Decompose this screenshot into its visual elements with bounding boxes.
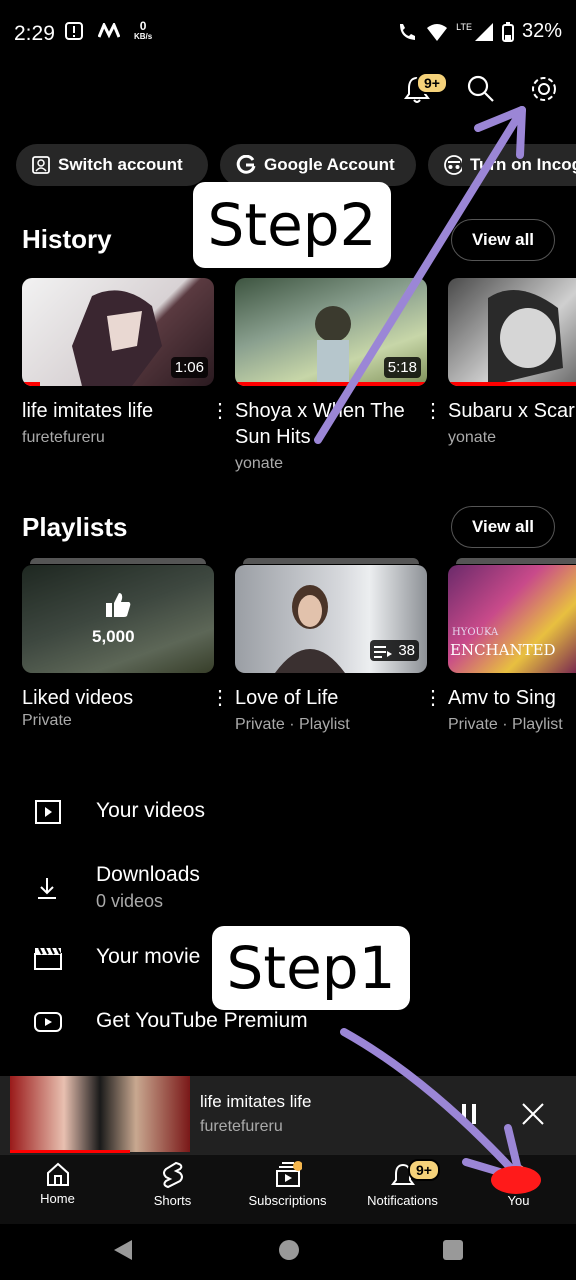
app-m-icon bbox=[98, 22, 120, 38]
menu-sublabel: 0 videos bbox=[96, 891, 164, 911]
playlist-thumbnail-2[interactable]: 38 bbox=[235, 565, 427, 673]
search-icon[interactable] bbox=[466, 74, 496, 104]
status-left-icons: 0 KB/s bbox=[64, 20, 152, 41]
battery-icon bbox=[501, 21, 514, 42]
step1-label: Step1 bbox=[212, 926, 410, 1010]
playlist-sub-2: Private · Playlist bbox=[235, 716, 350, 733]
menu-your-videos[interactable]: Your videos bbox=[0, 786, 576, 838]
youtube-icon bbox=[34, 1012, 62, 1032]
shorts-icon bbox=[162, 1161, 183, 1189]
back-icon[interactable] bbox=[112, 1238, 134, 1262]
mini-player-progress bbox=[10, 1150, 130, 1153]
video-duration: 1:06 bbox=[170, 357, 208, 378]
chip-label: Switch account bbox=[58, 155, 183, 174]
playlist-count-badge: 38 bbox=[370, 640, 419, 661]
system-navigation-bar bbox=[0, 1224, 576, 1280]
menu-label: Your movie bbox=[96, 945, 201, 968]
history-thumbnail-2[interactable]: 5:18 bbox=[235, 278, 427, 386]
call-wifi-icon bbox=[400, 23, 416, 40]
mini-player[interactable]: life imitates life furetefureru bbox=[0, 1076, 576, 1154]
settings-gear-icon[interactable] bbox=[529, 74, 559, 104]
playlist-stack-edge bbox=[30, 558, 206, 564]
playlist-thumbnail-3[interactable]: HYOUKA ENCHANTED bbox=[448, 565, 576, 673]
signal-icon bbox=[474, 22, 493, 41]
playlist-sub-3: Private · Playlist bbox=[448, 716, 563, 733]
chip-google-account[interactable]: Google Account bbox=[220, 144, 416, 186]
pause-icon[interactable] bbox=[459, 1102, 479, 1126]
step2-label: Step2 bbox=[193, 182, 391, 268]
mini-player-thumbnail[interactable] bbox=[10, 1076, 190, 1152]
playlist-thumbnail-1[interactable]: 5,000 bbox=[22, 565, 214, 673]
watch-progress bbox=[448, 382, 576, 386]
thumbnail-text: ENCHANTED bbox=[450, 641, 556, 659]
menu-label: Your videos bbox=[96, 799, 205, 822]
menu-label: Downloads bbox=[96, 863, 200, 886]
history-title: History bbox=[22, 224, 112, 254]
playlist-title-3[interactable]: Amv to Sing bbox=[448, 685, 576, 711]
close-icon[interactable] bbox=[521, 1102, 545, 1126]
chip-label: Google Account bbox=[264, 155, 395, 174]
history-thumbnail-1[interactable]: 1:06 bbox=[22, 278, 214, 386]
nav-you[interactable]: You bbox=[461, 1155, 576, 1225]
status-time: 2:29 bbox=[14, 22, 55, 45]
google-icon bbox=[236, 155, 256, 174]
nav-notifications[interactable]: Notifications bbox=[345, 1155, 460, 1225]
chip-label: Turn on Incog bbox=[469, 155, 576, 174]
playlists-view-all-button[interactable]: View all bbox=[451, 506, 555, 548]
nav-notifications-badge: 9+ bbox=[408, 1159, 440, 1181]
watch-progress bbox=[22, 382, 40, 386]
history-video-title-2[interactable]: Shoya x When The Sun Hits bbox=[235, 398, 415, 450]
history-video-title-1[interactable]: life imitates life bbox=[22, 398, 202, 424]
incognito-icon bbox=[444, 155, 462, 175]
chip-switch-account[interactable]: Switch account bbox=[16, 144, 208, 186]
playlist-title-2[interactable]: Love of Life bbox=[235, 685, 415, 711]
playlist-icon bbox=[374, 645, 393, 658]
switch-account-icon bbox=[32, 156, 50, 174]
network-type: LTE bbox=[456, 21, 472, 32]
alert-icon bbox=[65, 21, 83, 40]
history-thumbnail-3[interactable] bbox=[448, 278, 576, 386]
history-channel-3: yonate bbox=[448, 429, 497, 446]
home-button-icon[interactable] bbox=[278, 1239, 300, 1261]
nav-shorts[interactable]: Shorts bbox=[115, 1155, 230, 1225]
subscriptions-icon bbox=[275, 1161, 302, 1187]
more-menu-icon[interactable]: ⋮ bbox=[423, 685, 443, 710]
playlist-title-1[interactable]: Liked videos bbox=[22, 685, 202, 711]
recents-icon[interactable] bbox=[442, 1239, 464, 1261]
nav-subscriptions[interactable]: Subscriptions bbox=[230, 1155, 345, 1225]
more-menu-icon[interactable]: ⋮ bbox=[210, 685, 230, 710]
net-speed: 0 KB/s bbox=[134, 19, 153, 41]
battery-level: 32% bbox=[521, 20, 562, 42]
watch-progress bbox=[235, 382, 427, 386]
notifications-badge: 9+ bbox=[416, 72, 448, 94]
menu-label: Get YouTube Premium bbox=[96, 1009, 308, 1032]
clapperboard-icon bbox=[34, 947, 62, 970]
history-channel-1: furetefureru bbox=[22, 429, 105, 446]
history-video-title-3[interactable]: Subaru x Scar bbox=[448, 398, 576, 424]
playlists-title: Playlists bbox=[22, 512, 128, 542]
mini-player-title: life imitates life bbox=[200, 1092, 312, 1111]
more-menu-icon[interactable]: ⋮ bbox=[423, 398, 443, 423]
playlist-stack-edge bbox=[243, 558, 419, 564]
chip-incognito[interactable]: Turn on Incog bbox=[428, 144, 576, 186]
more-menu-icon[interactable]: ⋮ bbox=[210, 398, 230, 423]
play-square-icon bbox=[35, 800, 61, 824]
nav-home[interactable]: Home bbox=[0, 1155, 115, 1225]
mini-player-channel: furetefureru bbox=[200, 1118, 283, 1135]
history-channel-2: yonate bbox=[235, 455, 284, 472]
liked-count: 5,000 bbox=[92, 627, 135, 646]
playlist-sub-1: Private bbox=[22, 712, 72, 729]
status-right-icons: LTE 32% bbox=[396, 20, 562, 43]
home-icon bbox=[46, 1162, 69, 1186]
playlist-stack-edge bbox=[456, 558, 576, 564]
thumbnail-text: HYOUKA bbox=[452, 627, 499, 638]
bottom-navigation: Home Shorts Subscriptions Notifications … bbox=[0, 1154, 576, 1224]
thumbs-up-icon bbox=[106, 593, 131, 617]
you-icon bbox=[507, 1165, 530, 1187]
download-icon bbox=[38, 878, 56, 899]
history-view-all-button[interactable]: View all bbox=[451, 219, 555, 261]
menu-downloads[interactable]: Downloads 0 videos bbox=[0, 858, 576, 920]
video-duration: 5:18 bbox=[383, 357, 421, 378]
wifi-icon bbox=[427, 23, 448, 41]
